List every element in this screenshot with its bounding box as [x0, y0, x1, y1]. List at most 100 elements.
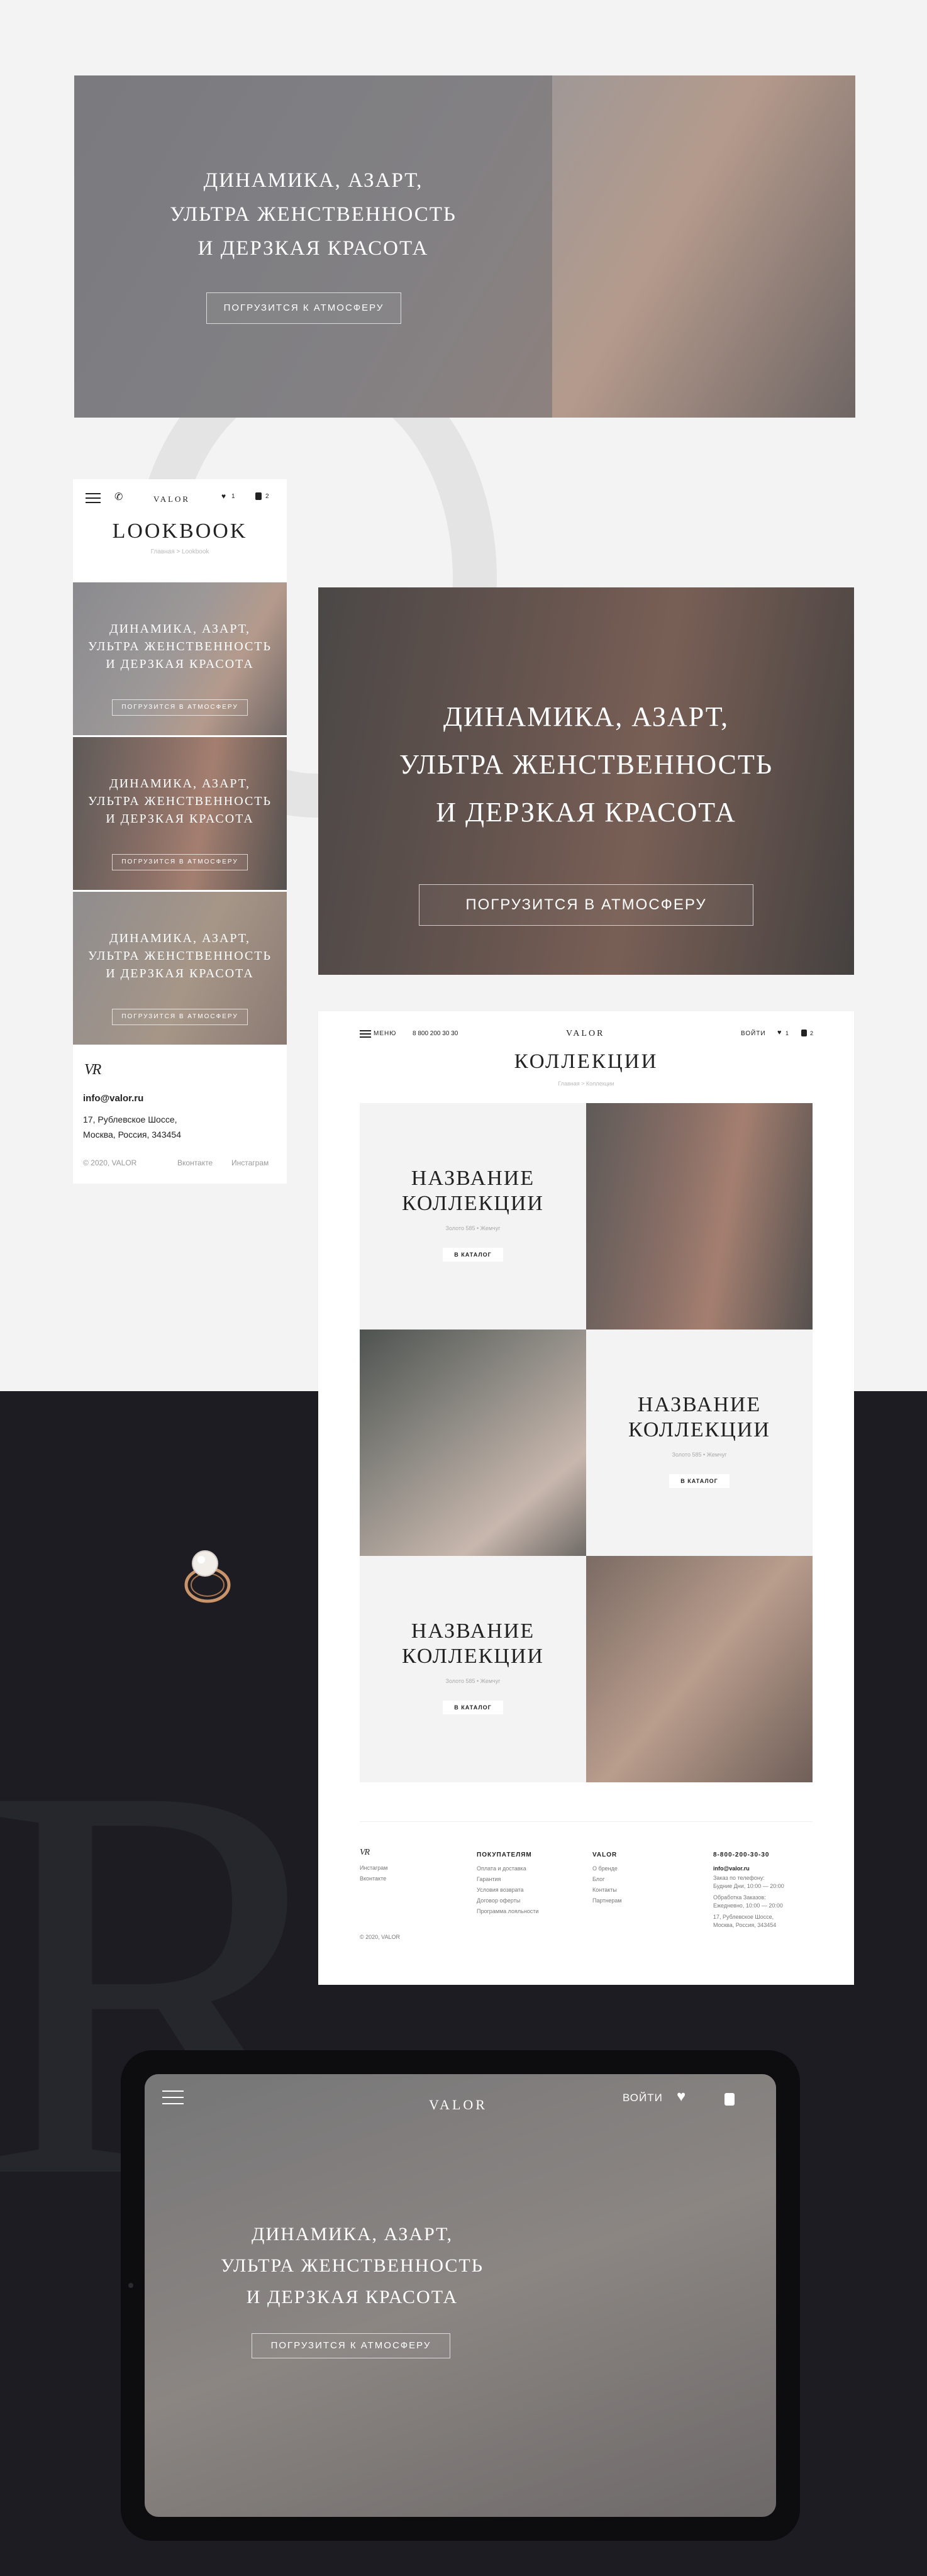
- mobile-hero-card[interactable]: ДИНАМИКА, АЗАРТ, УЛЬТРА ЖЕНСТВЕННОСТЬ И …: [73, 737, 287, 890]
- footer-hours: Ежедневно, 10:00 — 20:00: [713, 1902, 783, 1909]
- footer-link[interactable]: О бренде: [592, 1863, 622, 1874]
- hero-title: ДИНАМИКА, АЗАРТ, УЛЬТРА ЖЕНСТВЕННОСТЬ И …: [195, 2219, 509, 2313]
- address-line: Москва, Россия, 343454: [83, 1130, 181, 1140]
- collection-photo: [586, 1556, 813, 1782]
- collection-title: НАЗВАНИЕ КОЛЛЕКЦИИ: [586, 1392, 813, 1443]
- hero-cta-button[interactable]: ПОГРУЗИТСЯ К АТМОСФЕРУ: [252, 2333, 450, 2358]
- phone-icon[interactable]: ✆: [114, 491, 123, 503]
- footer-link[interactable]: Договор оферты: [477, 1896, 538, 1906]
- footer-link[interactable]: Оплата и доставка: [477, 1863, 538, 1874]
- catalog-button[interactable]: В КАТАЛОГ: [443, 1248, 503, 1262]
- hero-title-line: УЛЬТРА ЖЕНСТВЕННОСТЬ: [88, 794, 272, 808]
- mobile-lookbook-page: ✆ VALOR ♥ 1 2 LOOKBOOK Главная > Lookboo…: [73, 479, 287, 1184]
- brand-logo[interactable]: VALOR: [153, 494, 190, 504]
- collection-subtitle: Золото 585 • Жемчуг: [445, 1678, 501, 1684]
- mobile-hero-card[interactable]: ДИНАМИКА, АЗАРТ, УЛЬТРА ЖЕНСТВЕННОСТЬ И …: [73, 892, 287, 1045]
- login-link[interactable]: ВОЙТИ: [741, 1030, 766, 1037]
- bag-count: 2: [265, 493, 269, 500]
- tablet-frame: VALOR ВОЙТИ ♥ ДИНАМИКА, АЗАРТ, УЛЬТРА ЖЕ…: [121, 2050, 800, 2541]
- hero-cta-button[interactable]: ПОГРУЗИТСЯ В АТМОСФЕРУ: [112, 854, 248, 870]
- heart-icon[interactable]: ♥: [221, 492, 226, 501]
- page-title: КОЛЛЕКЦИИ: [514, 1050, 658, 1073]
- collection-title-line: КОЛЛЕКЦИИ: [628, 1418, 770, 1441]
- hero-title-line: И ДЕРЗКАЯ КРАСОТА: [197, 237, 429, 260]
- address-line: 17, Рублевское Шоссе,: [83, 1114, 177, 1124]
- footer-address: Москва, Россия, 343454: [713, 1922, 777, 1928]
- catalog-button[interactable]: В КАТАЛОГ: [443, 1701, 503, 1714]
- brand-logo[interactable]: VALOR: [429, 2097, 487, 2113]
- hero-title-line: И ДЕРЗКАЯ КРАСОТА: [106, 657, 254, 671]
- social-link-vk[interactable]: Вконтакте: [177, 1158, 213, 1167]
- hero-title-line: УЛЬТРА ЖЕНСТВЕННОСТЬ: [221, 2255, 484, 2276]
- heart-icon[interactable]: ♥: [677, 2088, 686, 2106]
- hero-cta-button[interactable]: ПОГРУЗИТСЯ В АТМОСФЕРУ: [112, 1009, 248, 1025]
- footer-link[interactable]: Партнерам: [592, 1896, 622, 1906]
- bag-icon[interactable]: [724, 2093, 735, 2106]
- copyright: © 2020, VALOR: [83, 1158, 137, 1167]
- heart-icon[interactable]: ♥: [777, 1029, 782, 1036]
- footer-hours: Обработка Заказов:: [713, 1894, 766, 1901]
- collection-title-line: НАЗВАНИЕ: [637, 1393, 762, 1416]
- catalog-button[interactable]: В КАТАЛОГ: [669, 1474, 730, 1488]
- tablet-camera: [128, 2283, 133, 2288]
- brand-logo-mark: VR: [360, 1848, 370, 1857]
- hero-title-line: ДИНАМИКА, АЗАРТ,: [109, 931, 250, 945]
- footer-link[interactable]: Программа лояльности: [477, 1906, 538, 1917]
- hero-cta-button[interactable]: ПОГРУЗИТСЯ В АТМОСФЕРУ: [112, 699, 248, 716]
- hero-title-line: И ДЕРЗКАЯ КРАСОТА: [246, 2287, 458, 2307]
- hero-banner-mid: ДИНАМИКА, АЗАРТ, УЛЬТРА ЖЕНСТВЕННОСТЬ И …: [318, 587, 854, 975]
- social-link-instagram[interactable]: Инстаграм: [231, 1158, 269, 1167]
- header-phone[interactable]: 8 800 200 30 30: [413, 1030, 458, 1037]
- hamburger-icon[interactable]: [162, 2090, 184, 2104]
- breadcrumb[interactable]: Главная > Коллекции: [318, 1080, 854, 1087]
- collection-card[interactable]: НАЗВАНИЕ КОЛЛЕКЦИИ Золото 585 • Жемчуг В…: [360, 1103, 586, 1330]
- footer-email[interactable]: info@valor.ru: [713, 1863, 784, 1874]
- hero-title-line: ДИНАМИКА, АЗАРТ,: [109, 777, 250, 791]
- collection-title-line: НАЗВАНИЕ: [411, 1167, 535, 1190]
- hero-cta-button[interactable]: ПОГРУЗИТСЯ В АТМОСФЕРУ: [419, 884, 753, 926]
- collection-title: НАЗВАНИЕ КОЛЛЕКЦИИ: [360, 1166, 586, 1216]
- hamburger-icon[interactable]: [86, 493, 101, 503]
- bag-icon[interactable]: [801, 1030, 807, 1036]
- mobile-hero-card[interactable]: ДИНАМИКА, АЗАРТ, УЛЬТРА ЖЕНСТВЕННОСТЬ И …: [73, 582, 287, 735]
- breadcrumb[interactable]: Главная > Lookbook: [73, 548, 287, 555]
- heart-count: 1: [231, 493, 235, 500]
- footer-email[interactable]: info@valor.ru: [83, 1093, 143, 1104]
- hero-title-line: ДИНАМИКА, АЗАРТ,: [443, 701, 730, 732]
- ring-image: [182, 1545, 239, 1605]
- footer-link[interactable]: Условия возврата: [477, 1885, 538, 1896]
- footer-link[interactable]: Блог: [592, 1874, 622, 1885]
- collection-title-line: КОЛЛЕКЦИИ: [402, 1192, 544, 1215]
- hero-title-line: И ДЕРЗКАЯ КРАСОТА: [436, 797, 736, 828]
- hero-title-line: ДИНАМИКА, АЗАРТ,: [203, 169, 423, 192]
- collection-photo: [360, 1330, 586, 1556]
- footer-divider: [360, 1821, 813, 1822]
- hero-title: ДИНАМИКА, АЗАРТ, УЛЬТРА ЖЕНСТВЕННОСТЬ И …: [162, 164, 464, 265]
- hamburger-icon[interactable]: [360, 1030, 371, 1038]
- footer-social-link[interactable]: Инстаграм: [360, 1863, 387, 1874]
- bag-icon[interactable]: [255, 492, 262, 500]
- hero-title-line: УЛЬТРА ЖЕНСТВЕННОСТЬ: [170, 203, 457, 226]
- menu-label[interactable]: МЕНЮ: [374, 1030, 396, 1037]
- footer-link[interactable]: Гарантия: [477, 1874, 538, 1885]
- collection-card[interactable]: НАЗВАНИЕ КОЛЛЕКЦИИ Золото 585 • Жемчуг В…: [360, 1556, 586, 1782]
- brand-logo[interactable]: VALOR: [566, 1029, 604, 1039]
- collection-title: НАЗВАНИЕ КОЛЛЕКЦИИ: [360, 1619, 586, 1669]
- hero-title-line: ДИНАМИКА, АЗАРТ,: [109, 622, 250, 636]
- footer-social-link[interactable]: Вконтакте: [360, 1874, 387, 1884]
- footer-link[interactable]: Контакты: [592, 1885, 622, 1896]
- hero-title-line: И ДЕРЗКАЯ КРАСОТА: [106, 812, 254, 826]
- hero-title-line: УЛЬТРА ЖЕНСТВЕННОСТЬ: [88, 949, 272, 963]
- copyright: © 2020, VALOR: [360, 1934, 400, 1940]
- login-link[interactable]: ВОЙТИ: [623, 2092, 663, 2104]
- desktop-collections-page: МЕНЮ 8 800 200 30 30 VALOR ВОЙТИ ♥ 1 2 К…: [318, 1011, 854, 1985]
- footer-phone[interactable]: 8-800-200-30-30: [713, 1852, 784, 1858]
- hero-cta-button[interactable]: ПОГРУЗИТСЯ К АТМОСФЕРУ: [206, 292, 401, 324]
- hero-title-line: И ДЕРЗКАЯ КРАСОТА: [106, 967, 254, 980]
- collection-title-line: НАЗВАНИЕ: [411, 1619, 535, 1643]
- bag-count: 2: [810, 1030, 814, 1036]
- footer-address: 17, Рублевское Шоссе,: [713, 1914, 774, 1920]
- hero-title-line: УЛЬТРА ЖЕНСТВЕННОСТЬ: [88, 640, 272, 653]
- hero-title: ДИНАМИКА, АЗАРТ, УЛЬТРА ЖЕНСТВЕННОСТЬ И …: [73, 620, 287, 673]
- collection-card[interactable]: НАЗВАНИЕ КОЛЛЕКЦИИ Золото 585 • Жемчуг В…: [586, 1330, 813, 1556]
